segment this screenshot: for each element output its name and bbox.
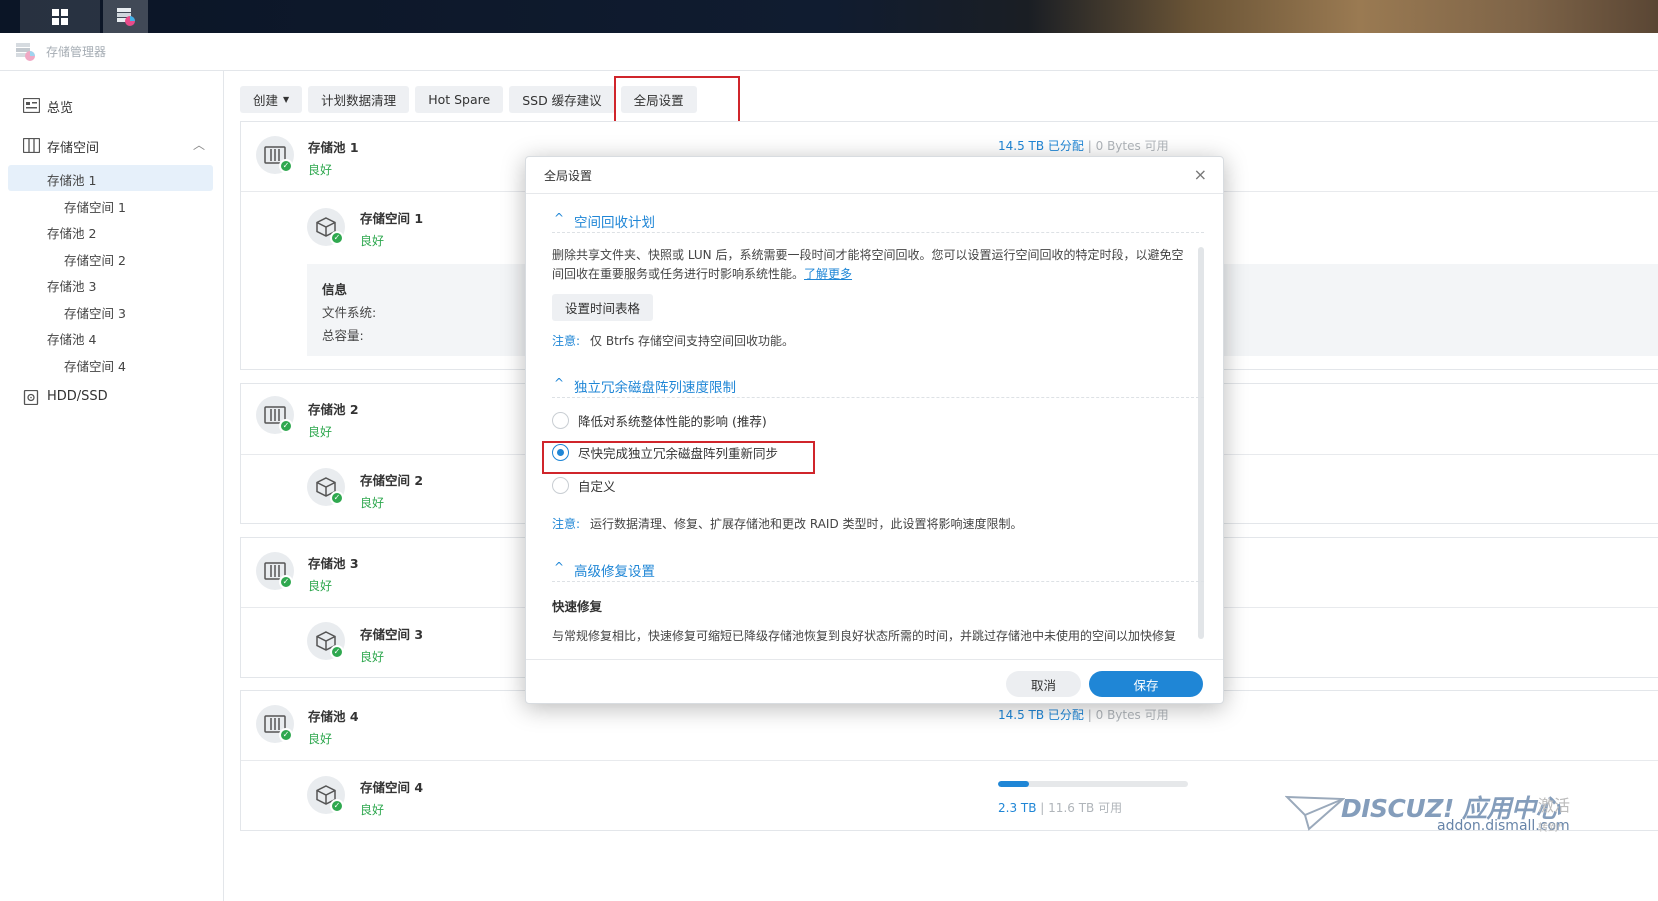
- sidebar-item-pool-2[interactable]: 存储池 2: [8, 218, 213, 244]
- pool-name: 存储池 3: [308, 556, 359, 571]
- check-icon: ✓: [279, 575, 293, 589]
- sidebar: 总览 存储空间 ︿ 存储池 1 存储空间 1 存储池 2 存储空间 2 存储池 …: [0, 71, 224, 901]
- dialog-title: 全局设置: [544, 169, 593, 183]
- sidebar-item-storage[interactable]: 存储空间 ︿: [8, 132, 213, 158]
- pool-status: 良好: [308, 579, 333, 593]
- radio-option-low-impact[interactable]: 降低对系统整体性能的影响 (推荐): [552, 410, 767, 430]
- pool-usage: 14.5 TB 已分配 | 0 Bytes 可用: [998, 139, 1169, 153]
- volume-status: 良好: [360, 234, 385, 248]
- storage-manager-taskbar-button[interactable]: [103, 0, 148, 33]
- volume-name: 存储空间 4: [360, 780, 424, 795]
- watermark: DISCUZ! 应用中心 addon.dismall.com 激活 转到": [1285, 783, 1658, 843]
- storage-manager-icon: [116, 7, 135, 26]
- section-title: 空间回收计划: [574, 215, 655, 231]
- volume-name: 存储空间 2: [360, 473, 424, 488]
- check-icon: ✓: [279, 159, 293, 173]
- divider: [241, 760, 1658, 761]
- sidebar-item-volume-1[interactable]: 存储空间 1: [8, 192, 213, 218]
- grid-icon: [52, 8, 68, 25]
- sidebar-item-hdd-ssd[interactable]: HDD/SSD: [8, 384, 213, 410]
- sidebar-item-pool-1[interactable]: 存储池 1: [8, 165, 213, 191]
- sidebar-item-pool-3[interactable]: 存储池 3: [8, 271, 213, 297]
- set-schedule-button[interactable]: 设置时间表格: [552, 294, 654, 321]
- section-advanced-repair[interactable]: ^ 高级修复设置: [552, 558, 1204, 582]
- check-icon: ✓: [279, 419, 293, 433]
- radio-button[interactable]: [552, 411, 569, 429]
- radio-option-custom[interactable]: 自定义: [552, 475, 616, 495]
- dialog-footer: 取消 保存: [526, 659, 1223, 705]
- scrub-schedule-button[interactable]: 计划数据清理: [308, 86, 410, 113]
- ssd-cache-advisor-button[interactable]: SSD 缓存建议: [509, 86, 615, 113]
- chevron-up-icon: ^: [554, 560, 565, 574]
- app-title: 存储管理器: [46, 45, 107, 59]
- save-button[interactable]: 保存: [1089, 671, 1203, 697]
- highlight-box-fast-resync: [542, 441, 815, 474]
- sidebar-item-pool-4[interactable]: 存储池 4: [8, 324, 213, 350]
- global-settings-dialog: 全局设置 × ^ 空间回收计划 删除共享文件夹、快照或 LUN 后，系统需要一段…: [525, 156, 1224, 704]
- volume-name: 存储空间 1: [360, 211, 424, 226]
- pool-usage: 14.5 TB 已分配 | 0 Bytes 可用: [998, 708, 1169, 722]
- space-reclamation-note: 注意: 仅 Btrfs 存储空间支持空间回收功能。: [552, 334, 795, 348]
- activate-windows-text: 激活: [1538, 796, 1571, 815]
- create-button[interactable]: 创建 ▼: [240, 86, 303, 113]
- chevron-up-icon: ^: [554, 211, 565, 225]
- sidebar-item-volume-3[interactable]: 存储空间 3: [8, 298, 213, 324]
- dialog-header: 全局设置 ×: [526, 157, 1223, 194]
- radio-button[interactable]: [552, 476, 569, 494]
- section-space-reclamation[interactable]: ^ 空间回收计划: [552, 209, 1204, 233]
- storage-manager-logo-icon: [16, 43, 35, 61]
- caret-down-icon: ▼: [283, 95, 290, 104]
- volume-usage-bar-fill: [998, 781, 1030, 787]
- dialog-body: ^ 空间回收计划 删除共享文件夹、快照或 LUN 后，系统需要一段时间才能将空间…: [526, 194, 1223, 659]
- sidebar-item-volume-2[interactable]: 存储空间 2: [8, 245, 213, 271]
- raid-speed-note: 注意: 运行数据清理、修复、扩展存储池和更改 RAID 类型时，此设置将影响速度限…: [552, 517, 1023, 531]
- learn-more-link[interactable]: 了解更多: [804, 267, 852, 281]
- volume-status: 良好: [360, 803, 385, 817]
- check-icon: ✓: [330, 491, 344, 505]
- pool-status: 良好: [308, 163, 333, 177]
- space-reclamation-description: 删除共享文件夹、快照或 LUN 后，系统需要一段时间才能将空间回收。您可以设置运…: [552, 248, 1184, 281]
- fast-repair-description: 与常规修复相比，快速修复可缩短已降级存储池恢复到良好状态所需的时间，并跳过存储池…: [552, 629, 1177, 643]
- volume-usage: 2.3 TB | 11.6 TB 可用: [998, 801, 1123, 815]
- check-icon: ✓: [330, 645, 344, 659]
- sidebar-item-overview[interactable]: 总览: [8, 92, 213, 118]
- pool-status: 良好: [308, 425, 333, 439]
- main-menu-button[interactable]: [20, 0, 100, 33]
- sidebar-item-volume-4[interactable]: 存储空间 4: [8, 351, 213, 377]
- section-title: 高级修复设置: [574, 564, 655, 580]
- volume-status: 良好: [360, 650, 385, 664]
- fast-repair-heading: 快速修复: [552, 599, 603, 614]
- volume-name: 存储空间 3: [360, 627, 424, 642]
- check-icon: ✓: [330, 231, 344, 245]
- volume-usage-bar: [998, 781, 1188, 787]
- section-title: 独立冗余磁盘阵列速度限制: [574, 380, 736, 396]
- activate-windows-subtext: 转到": [1538, 823, 1563, 834]
- info-filesystem-label: 文件系统:: [322, 305, 377, 320]
- check-icon: ✓: [279, 728, 293, 742]
- overview-icon: [23, 98, 40, 113]
- disk-icon: [23, 390, 39, 405]
- pool-status: 良好: [308, 732, 333, 746]
- close-icon[interactable]: ×: [1194, 165, 1207, 184]
- section-raid-speed-limit[interactable]: ^ 独立冗余磁盘阵列速度限制: [552, 374, 1204, 398]
- pool-name: 存储池 1: [308, 140, 359, 155]
- volume-status: 良好: [360, 496, 385, 510]
- taskbar: [0, 0, 1658, 33]
- hot-spare-button[interactable]: Hot Spare: [415, 86, 504, 113]
- info-capacity-label: 总容量:: [322, 328, 364, 343]
- chevron-up-icon[interactable]: ︿: [193, 136, 205, 153]
- chevron-up-icon: ^: [554, 376, 565, 390]
- cancel-button[interactable]: 取消: [1006, 671, 1081, 697]
- pool-name: 存储池 2: [308, 402, 359, 417]
- pool-name: 存储池 4: [308, 709, 359, 724]
- check-icon: ✓: [330, 799, 344, 813]
- app-title-bar: 存储管理器: [0, 33, 1658, 71]
- info-title: 信息: [322, 282, 348, 297]
- paper-plane-icon: [1285, 795, 1345, 831]
- storage-icon: [23, 138, 40, 153]
